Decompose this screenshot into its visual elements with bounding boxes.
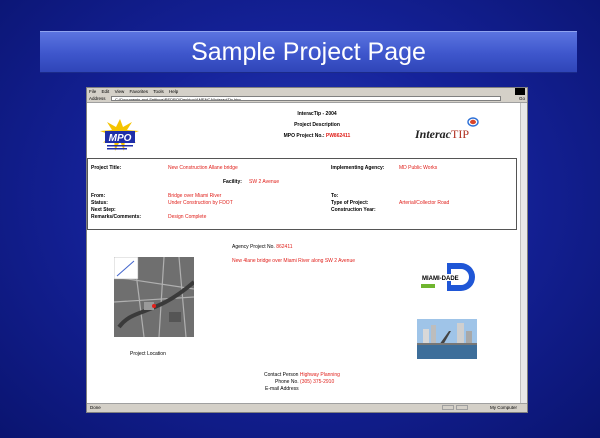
contact-label: Contact Person bbox=[264, 372, 299, 378]
project-location-map[interactable] bbox=[114, 257, 194, 337]
map-caption: Project Location bbox=[130, 351, 166, 357]
mpo-project-label: MPO Project No.: bbox=[283, 133, 325, 139]
status-value: Under Construction by FDOT bbox=[168, 200, 233, 206]
menu-file[interactable]: File bbox=[89, 89, 96, 94]
menu-help[interactable]: Help bbox=[169, 89, 178, 94]
mpo-logo-icon: MPO bbox=[100, 119, 139, 151]
go-button[interactable]: Go bbox=[519, 95, 525, 103]
page-heading: InteracTip - 2004 Project Description MP… bbox=[237, 111, 397, 144]
construction-year-label: Construction Year: bbox=[331, 207, 376, 213]
menu-view[interactable]: View bbox=[115, 89, 125, 94]
phone-line: Phone No. (305) 375-2910 bbox=[275, 379, 334, 385]
address-input[interactable]: C:\Documents and Settings\PEDRO\Desktop\… bbox=[111, 96, 501, 101]
status-zone: My Computer bbox=[489, 405, 517, 410]
status-done: Done bbox=[90, 405, 101, 410]
mpo-logo-text: MPO bbox=[109, 133, 132, 144]
slide-title: Sample Project Page bbox=[40, 31, 577, 73]
agency-project-label: Agency Project No. bbox=[232, 244, 275, 250]
agency-value: MD Public Works bbox=[399, 165, 438, 171]
phone-value: (305) 375-2910 bbox=[300, 379, 335, 385]
menu-bar: File Edit View Favorites Tools Help bbox=[87, 88, 527, 95]
type-label: Type of Project: bbox=[331, 200, 369, 206]
agency-project-line: Agency Project No. 862411 bbox=[232, 244, 293, 250]
vertical-scrollbar[interactable] bbox=[520, 103, 527, 405]
brand-main: Interac bbox=[415, 127, 451, 141]
contact-value: Highway Planning bbox=[299, 372, 340, 378]
contact-line: Contact Person Highway Planning bbox=[264, 372, 340, 378]
type-value: Arterial/Collector Road bbox=[399, 200, 450, 206]
menu-tools[interactable]: Tools bbox=[153, 89, 164, 94]
heading-line3: MPO Project No.: PW862411 bbox=[237, 133, 397, 139]
project-title-value: New Construction Allane bridge bbox=[168, 165, 238, 171]
agency-label: Implementing Agency: bbox=[331, 165, 385, 171]
brand-tip: TIP bbox=[451, 127, 469, 141]
next-step-label: Next Step: bbox=[91, 207, 116, 213]
status-panel bbox=[442, 405, 454, 410]
email-label[interactable]: E-mail Address bbox=[265, 386, 299, 392]
address-label: Address bbox=[89, 96, 106, 101]
miami-river-photo bbox=[417, 319, 477, 359]
menu-edit[interactable]: Edit bbox=[102, 89, 110, 94]
facility-value: SW 2 Avenue bbox=[249, 179, 280, 185]
status-panel bbox=[456, 405, 468, 410]
remarks-value: Design Complete bbox=[168, 214, 207, 220]
interactip-logo: InteracTIP bbox=[415, 127, 469, 142]
project-info-box: Project Title: New Construction Allane b… bbox=[87, 158, 517, 230]
project-description: New 4lane bridge over Miami River along … bbox=[232, 258, 356, 264]
from-label: From: bbox=[91, 193, 106, 199]
address-bar: Address C:\Documents and Settings\PEDRO\… bbox=[87, 95, 527, 103]
windows-logo-icon bbox=[515, 88, 525, 95]
heading-line2: Project Description bbox=[294, 122, 340, 128]
phone-label: Phone No. bbox=[275, 379, 299, 385]
page-header: MPO InteracTip - 2004 Project Descriptio… bbox=[87, 103, 527, 151]
mpo-project-value: PW862411 bbox=[325, 133, 351, 139]
project-title-label: Project Title: bbox=[91, 165, 122, 171]
internet-explorer-icon bbox=[467, 117, 479, 127]
facility-label: Facility: bbox=[223, 179, 242, 185]
browser-window: File Edit View Favorites Tools Help Addr… bbox=[86, 87, 528, 413]
from-value: Bridge over Miami River bbox=[168, 193, 222, 199]
agency-project-value: 862411 bbox=[276, 244, 293, 250]
status-label: Status: bbox=[91, 200, 108, 206]
remarks-label: Remarks/Comments: bbox=[91, 214, 142, 220]
to-label: To: bbox=[331, 193, 339, 199]
status-bar: Done My Computer bbox=[87, 403, 527, 412]
miami-dade-logo: MIAMI-DADE bbox=[421, 263, 475, 291]
heading-line1: InteracTip - 2004 bbox=[297, 111, 337, 117]
menu-favorites[interactable]: Favorites bbox=[130, 89, 149, 94]
miami-logo-text: MIAMI-DADE bbox=[422, 276, 459, 282]
page-content: MPO InteracTip - 2004 Project Descriptio… bbox=[87, 103, 527, 405]
